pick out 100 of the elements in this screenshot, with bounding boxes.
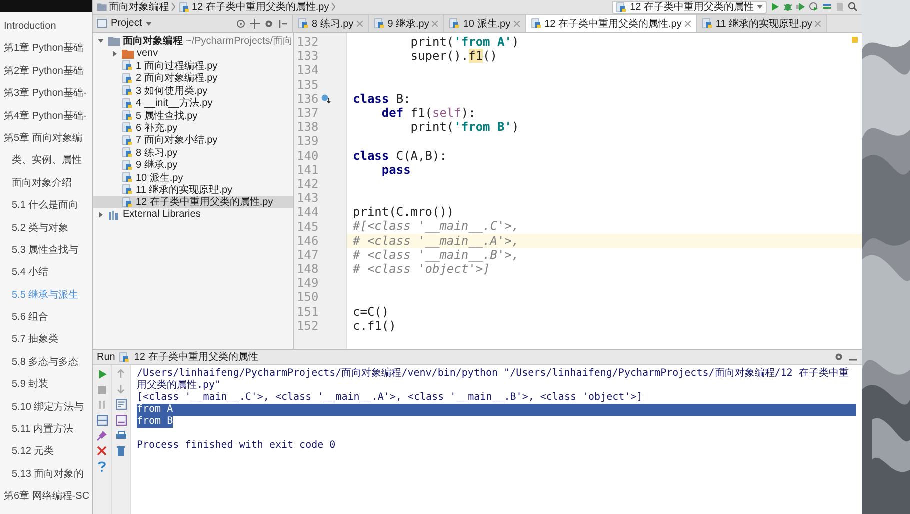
tree-item[interactable]: 5 属性查找.py bbox=[136, 108, 198, 123]
code-line: print('from B') bbox=[410, 120, 520, 134]
run-config-dropdown[interactable]: 12 在子类中重用父类的属性 bbox=[612, 0, 767, 14]
close-icon[interactable] bbox=[356, 20, 363, 26]
tree-item[interactable]: 3 如何使用类.py bbox=[136, 84, 208, 98]
debug-icon[interactable] bbox=[783, 2, 793, 12]
sidebar-item[interactable]: 第3章 Python基础- bbox=[0, 87, 92, 110]
rerun-icon[interactable] bbox=[96, 369, 108, 380]
tree-item[interactable]: External Libraries bbox=[123, 209, 201, 220]
tree-item[interactable]: venv bbox=[137, 48, 158, 60]
build-icon[interactable] bbox=[822, 2, 832, 12]
scroll-to-end-icon[interactable] bbox=[116, 415, 126, 426]
editor-tab[interactable]: 12 在子类中重用父类的属性.py bbox=[526, 15, 697, 32]
run-icon[interactable] bbox=[770, 2, 780, 12]
python-file-icon bbox=[122, 184, 133, 196]
console-line: Process finished with exit code 0 bbox=[137, 440, 337, 452]
close-icon[interactable] bbox=[97, 446, 107, 456]
tree-item[interactable]: 4 __init__方法.py bbox=[136, 96, 213, 110]
search-icon[interactable] bbox=[848, 2, 858, 12]
sidebar-item[interactable]: 5.12 元类 bbox=[0, 445, 92, 468]
settings-icon[interactable] bbox=[264, 18, 274, 28]
dropdown-caret-icon[interactable] bbox=[146, 22, 152, 26]
profile-icon[interactable] bbox=[809, 2, 819, 12]
sidebar-item[interactable]: 5.13 面向对象的 bbox=[0, 468, 92, 490]
sidebar-item[interactable]: 5.10 绑定方法与 bbox=[0, 400, 92, 424]
tree-item[interactable]: 9 继承.py bbox=[136, 158, 178, 172]
collapse-icon[interactable] bbox=[250, 18, 260, 28]
override-marker-icon[interactable] bbox=[320, 94, 331, 104]
sidebar-item[interactable]: 5.1 什么是面向 bbox=[0, 199, 92, 222]
line-number: 152 bbox=[297, 318, 319, 333]
sidebar-item[interactable]: 第2章 Python基础 bbox=[0, 64, 92, 88]
line-number: 150 bbox=[297, 290, 319, 304]
collapsed-arrow-icon[interactable] bbox=[111, 50, 119, 58]
console-line: [<class '__main__.C'>, <class '__main__.A'>, <class '__main__.B'>, <class 'object'>] bbox=[137, 392, 644, 404]
soft-wrap-icon[interactable] bbox=[116, 399, 126, 410]
code-line: # <class '__main__.A'>, bbox=[352, 234, 520, 248]
editor-tab[interactable]: 11 继承的实现原理.py bbox=[696, 15, 828, 32]
sidebar-item[interactable]: 第4章 Python基础- bbox=[0, 110, 92, 132]
line-number: 143 bbox=[297, 191, 319, 206]
python-file-icon bbox=[374, 18, 385, 29]
sidebar-item[interactable]: 面向对象介绍 bbox=[0, 176, 92, 200]
project-view-icon bbox=[97, 19, 107, 28]
sidebar-item[interactable]: 第5章 面向对象编 bbox=[0, 132, 92, 154]
tree-item[interactable]: 8 练习.py bbox=[136, 146, 178, 160]
pin-icon[interactable] bbox=[97, 431, 107, 441]
code-line: pass bbox=[380, 162, 411, 177]
warning-marker-icon[interactable] bbox=[852, 37, 858, 43]
line-number: 137 bbox=[297, 106, 319, 120]
tree-item[interactable]: 7 面向对象小结.py bbox=[136, 133, 218, 148]
tree-item[interactable]: 面向对象编程 bbox=[123, 34, 183, 48]
print-icon[interactable] bbox=[116, 431, 126, 441]
editor-tab[interactable]: 9 继承.py bbox=[368, 15, 444, 32]
tree-item[interactable]: 1 面向过程编程.py bbox=[136, 58, 218, 73]
panel-title[interactable]: Project bbox=[111, 18, 142, 29]
chevron-icon bbox=[331, 3, 336, 11]
sidebar-item[interactable]: 5.3 属性查找与 bbox=[0, 244, 92, 266]
hide-icon[interactable] bbox=[278, 18, 288, 28]
tree-item[interactable]: 6 补充.py bbox=[136, 120, 178, 135]
target-icon[interactable] bbox=[236, 18, 246, 28]
stop-icon[interactable] bbox=[97, 385, 107, 395]
sidebar-item[interactable]: 5.2 类与对象 bbox=[0, 222, 92, 244]
sidebar-item[interactable]: 5.7 抽象类 bbox=[0, 333, 92, 356]
sidebar-item[interactable]: 5.8 多态与多态 bbox=[0, 356, 92, 378]
tree-item[interactable]: 10 派生.py bbox=[136, 170, 184, 184]
close-icon[interactable] bbox=[432, 20, 438, 26]
line-number: 149 bbox=[297, 276, 319, 290]
dropdown-caret-icon[interactable] bbox=[757, 5, 763, 9]
editor-tab[interactable]: 10 派生.py bbox=[444, 15, 526, 32]
up-arrow-icon[interactable] bbox=[116, 369, 126, 379]
python-file-icon bbox=[122, 147, 133, 158]
editor-tab[interactable]: 8 练习.py bbox=[293, 15, 369, 32]
trash-icon[interactable] bbox=[116, 446, 126, 456]
chevron-icon bbox=[171, 3, 176, 11]
close-icon[interactable] bbox=[684, 20, 691, 26]
sidebar-item[interactable]: 5.9 封装 bbox=[0, 378, 92, 401]
sidebar-item[interactable]: 5.6 组合 bbox=[0, 311, 92, 334]
close-icon[interactable] bbox=[815, 20, 822, 26]
sidebar-item[interactable]: 第6章 网络编程-SC bbox=[0, 490, 92, 513]
line-number: 139 bbox=[297, 134, 319, 148]
close-icon[interactable] bbox=[514, 20, 520, 26]
tree-item[interactable]: 11 继承的实现原理.py bbox=[136, 182, 232, 197]
console-line: /Users/linhaifeng/PycharmProjects/面向对象编程/venv/bin/python "/Users/linhaifeng/PycharmProjects/面向对象编程/12 在子类中重用父类的属性.py" bbox=[137, 368, 850, 392]
down-arrow-icon[interactable] bbox=[116, 384, 126, 394]
sidebar-item[interactable]: 5.4 小结 bbox=[0, 266, 92, 289]
sidebar-item[interactable]: 第1章 Python基础 bbox=[0, 42, 92, 65]
tree-item[interactable]: 2 面向对象编程.py bbox=[136, 71, 218, 86]
python-file-icon bbox=[298, 18, 309, 29]
help-icon[interactable] bbox=[97, 461, 107, 472]
breadcrumb-item[interactable]: 12 在子类中重用父类的属性.py bbox=[192, 0, 330, 14]
line-number: 144 bbox=[297, 205, 319, 220]
sidebar-item[interactable]: 5.11 内置方法 bbox=[0, 423, 92, 446]
collapsed-arrow-icon[interactable] bbox=[97, 210, 105, 219]
layout-icon[interactable] bbox=[96, 415, 108, 426]
expanded-arrow-icon[interactable] bbox=[97, 37, 105, 46]
sidebar-item[interactable]: 类、实例、属性 bbox=[0, 154, 92, 177]
python-file-icon bbox=[122, 60, 133, 72]
coverage-icon[interactable] bbox=[796, 2, 806, 12]
settings-icon[interactable] bbox=[834, 352, 844, 362]
sidebar-item[interactable]: Introduction bbox=[0, 20, 92, 42]
breadcrumb-item[interactable]: 面向对象编程 bbox=[109, 0, 169, 14]
